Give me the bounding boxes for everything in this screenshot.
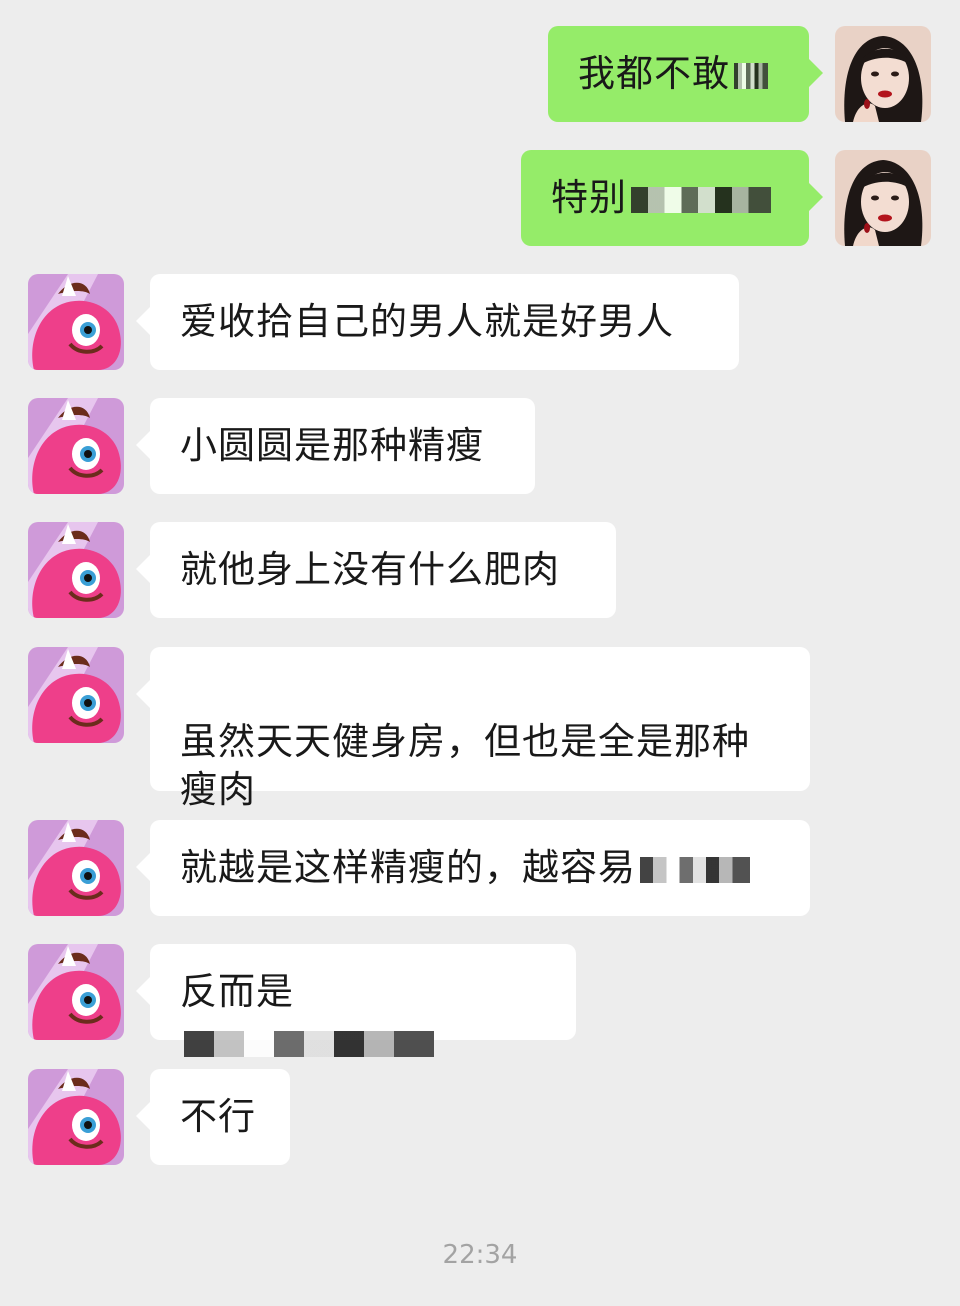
redaction-mosaic bbox=[734, 62, 768, 89]
message-row: 不行 bbox=[0, 1069, 960, 1165]
message-text: 小圆圆是那种精瘦 bbox=[180, 424, 484, 467]
message-text: 我都不敢 bbox=[578, 52, 730, 95]
message-text: 就越是这样精瘦的，越容易 bbox=[180, 846, 636, 889]
self-avatar[interactable] bbox=[835, 150, 931, 246]
pink-pony-icon bbox=[28, 944, 124, 1040]
message-text: 爱收拾自己的男人就是好男人 bbox=[180, 300, 674, 343]
message-row: 就他身上没有什么肥肉 bbox=[0, 522, 960, 618]
message-bubble-contact[interactable]: 就他身上没有什么肥肉 bbox=[136, 522, 616, 618]
pink-pony-icon bbox=[28, 1069, 124, 1165]
contact-avatar[interactable] bbox=[28, 647, 124, 743]
pink-pony-icon bbox=[28, 274, 124, 370]
pink-pony-icon bbox=[28, 398, 124, 494]
message-text: 反而是 bbox=[180, 970, 294, 1013]
message-row: 就越是这样精瘦的，越容易 bbox=[0, 820, 960, 916]
contact-avatar[interactable] bbox=[28, 944, 124, 1040]
self-avatar[interactable] bbox=[835, 26, 931, 122]
pink-pony-icon bbox=[28, 647, 124, 743]
contact-avatar[interactable] bbox=[28, 398, 124, 494]
message-row: 虽然天天健身房，但也是全是那种 瘦肉 bbox=[0, 647, 960, 811]
message-bubble-contact[interactable]: 就越是这样精瘦的，越容易 bbox=[136, 820, 810, 916]
message-text: 不行 bbox=[180, 1095, 256, 1138]
contact-avatar[interactable] bbox=[28, 522, 124, 618]
message-text: 特别 bbox=[551, 176, 627, 219]
message-bubble-contact[interactable]: 爱收拾自己的男人就是好男人 bbox=[136, 274, 739, 370]
message-bubble-self[interactable]: 特别 bbox=[521, 150, 823, 246]
message-bubble-self[interactable]: 我都不敢 bbox=[548, 26, 823, 122]
woman-portrait-icon bbox=[835, 26, 931, 122]
message-text: 就他身上没有什么肥肉 bbox=[180, 548, 560, 591]
contact-avatar[interactable] bbox=[28, 820, 124, 916]
contact-avatar[interactable] bbox=[28, 274, 124, 370]
message-text: 虽然天天健身房，但也是全是那种 瘦肉 bbox=[180, 720, 750, 811]
message-bubble-contact[interactable]: 不行 bbox=[136, 1069, 290, 1165]
message-row: 反而是 bbox=[0, 944, 960, 1057]
message-row: 爱收拾自己的男人就是好男人 bbox=[0, 274, 960, 370]
message-timestamp: 22:34 bbox=[442, 1240, 518, 1270]
message-row: 特别 bbox=[0, 150, 960, 246]
redaction-mosaic bbox=[184, 1030, 434, 1057]
contact-avatar[interactable] bbox=[28, 1069, 124, 1165]
redaction-mosaic bbox=[640, 856, 750, 883]
message-row: 我都不敢 bbox=[0, 26, 960, 122]
pink-pony-icon bbox=[28, 522, 124, 618]
chat-view: 我都不敢 特别 爱收拾自己的男人就是好男人 小圆圆是那种精瘦 就他身上没有什么肥… bbox=[0, 0, 960, 1306]
woman-portrait-icon bbox=[835, 150, 931, 246]
redaction-mosaic bbox=[631, 186, 771, 213]
message-bubble-contact[interactable]: 小圆圆是那种精瘦 bbox=[136, 398, 535, 494]
message-row: 小圆圆是那种精瘦 bbox=[0, 398, 960, 494]
message-bubble-contact[interactable]: 虽然天天健身房，但也是全是那种 瘦肉 bbox=[136, 647, 810, 811]
message-bubble-contact[interactable]: 反而是 bbox=[136, 944, 576, 1057]
pink-pony-icon bbox=[28, 820, 124, 916]
